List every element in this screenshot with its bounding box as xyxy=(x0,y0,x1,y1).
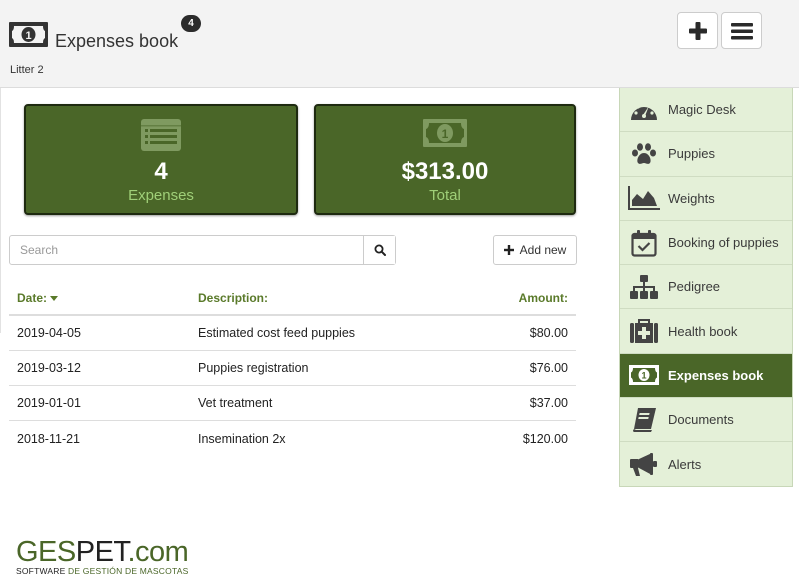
book-icon xyxy=(620,407,668,433)
cell-date: 2019-01-01 xyxy=(17,396,81,410)
sidebar-item-label: Magic Desk xyxy=(668,102,736,118)
sidebar-item-label: Documents xyxy=(668,412,734,428)
total-amount-label: Total xyxy=(429,187,461,204)
total-amount-card: 1 $313.00 Total xyxy=(314,104,576,215)
search-icon xyxy=(374,244,386,256)
sidebar-item-puppies[interactable]: Puppies xyxy=(620,132,792,177)
column-header-description[interactable]: Description: xyxy=(198,291,426,305)
search-button[interactable] xyxy=(363,236,395,264)
table-row[interactable]: 2019-01-01 Vet treatment $37.00 xyxy=(9,386,576,421)
sidebar-item-label: Booking of puppies xyxy=(668,235,779,251)
search-input[interactable] xyxy=(10,236,363,264)
logo-part-com: .com xyxy=(127,536,189,568)
sidebar-item-pedigree[interactable]: Pedigree xyxy=(620,265,792,310)
dashboard-gauge-icon xyxy=(620,98,668,122)
plus-icon xyxy=(503,245,514,255)
money-bill-icon: 1 xyxy=(620,365,668,386)
logo-tagline: SOFTWARE DE GESTIÓN DE MASCOTAS xyxy=(16,566,188,576)
expenses-table: Date: Description: Amount: 2019-04-05 Es… xyxy=(9,281,576,456)
page-header: 1 Expenses book 4 Litter 2 xyxy=(0,0,799,88)
svg-text:1: 1 xyxy=(25,30,31,42)
sitemap-icon xyxy=(620,274,668,299)
logo-wordmark: GESPET.com xyxy=(16,536,189,568)
svg-text:1: 1 xyxy=(641,371,646,381)
sidebar-item-documents[interactable]: Documents xyxy=(620,398,792,443)
page-title: Expenses book xyxy=(55,31,179,51)
logo-tagline-a: SOFTWARE xyxy=(16,566,69,576)
money-bill-icon: 1 xyxy=(423,119,467,147)
sidebar-item-label: Health book xyxy=(668,323,738,339)
sidebar-item-label: Weights xyxy=(668,190,715,206)
cell-date: 2018-11-21 xyxy=(17,431,81,446)
sidebar-item-magic-desk[interactable]: Magic Desk xyxy=(620,88,792,133)
cell-description: Puppies registration xyxy=(198,361,309,375)
cell-description: Vet treatment xyxy=(198,396,273,410)
sidebar-item-health-book[interactable]: Health book xyxy=(620,309,792,354)
sidebar-item-weights[interactable]: Weights xyxy=(620,177,792,221)
cell-amount: $80.00 xyxy=(529,326,568,340)
sidebar-item-booking-of-puppies[interactable]: Booking of puppies xyxy=(620,221,792,266)
cell-date: 2019-03-12 xyxy=(17,361,81,375)
cell-date: 2019-04-05 xyxy=(17,326,81,340)
add-button[interactable] xyxy=(677,12,718,49)
table-header: Date: Description: Amount: xyxy=(9,281,576,316)
sidebar-item-label: Puppies xyxy=(668,146,715,162)
sidebar-item-label: Expenses book xyxy=(668,367,764,383)
cell-description: Estimated cost feed puppies xyxy=(198,326,356,340)
column-header-date[interactable]: Date: xyxy=(9,291,198,305)
table-row[interactable]: 2018-11-21 Insemination 2x $120.00 xyxy=(9,421,576,456)
column-header-amount[interactable]: Amount: xyxy=(426,291,576,305)
area-chart-icon xyxy=(620,186,668,211)
calendar-check-icon xyxy=(620,229,668,257)
cell-description: Insemination 2x xyxy=(198,431,286,446)
count-badge: 4 xyxy=(181,15,201,32)
table-row[interactable]: 2019-04-05 Estimated cost feed puppies $… xyxy=(9,316,576,351)
content-border xyxy=(0,88,1,333)
paw-icon xyxy=(620,142,668,166)
sidebar-item-label: Pedigree xyxy=(668,279,721,295)
cell-amount: $120.00 xyxy=(522,431,568,446)
logo-part-ges: GES xyxy=(16,536,76,568)
sidebar-item-expenses-book[interactable]: 1 Expenses book xyxy=(620,353,792,399)
hamburger-menu-icon xyxy=(730,22,753,39)
menu-button[interactable] xyxy=(721,12,762,49)
add-new-button[interactable]: Add new xyxy=(493,235,577,265)
money-bill-icon: 1 xyxy=(9,22,48,47)
sidebar-nav: Magic Desk Puppies Weights Booking of pu… xyxy=(619,88,793,487)
sort-desc-icon xyxy=(50,295,59,301)
plus-icon xyxy=(688,21,707,40)
gespet-logo[interactable]: GESPET.com SOFTWARE DE GESTIÓN DE MASCOT… xyxy=(16,536,189,576)
page-subtitle: Litter 2 xyxy=(10,64,44,76)
sidebar-item-alerts[interactable]: Alerts xyxy=(620,442,792,486)
logo-tagline-b: DE GESTIÓN DE MASCOTAS xyxy=(68,566,189,576)
list-icon xyxy=(141,119,181,151)
table-row[interactable]: 2019-03-12 Puppies registration $76.00 xyxy=(9,351,576,386)
expenses-count-label: Expenses xyxy=(128,187,194,204)
expenses-count-value: 4 xyxy=(154,158,168,185)
svg-text:1: 1 xyxy=(442,127,449,141)
logo-part-pet: PET xyxy=(75,536,128,568)
search-bar xyxy=(9,235,396,265)
column-header-date-label: Date: xyxy=(17,290,48,305)
cell-amount: $37.00 xyxy=(529,396,568,410)
sidebar-item-label: Alerts xyxy=(668,457,702,473)
medkit-icon xyxy=(620,319,668,344)
total-amount-value: $313.00 xyxy=(401,158,489,185)
cell-amount: $76.00 xyxy=(529,361,568,375)
bullhorn-icon xyxy=(620,452,668,477)
expenses-count-card: 4 Expenses xyxy=(24,104,298,215)
add-new-label: Add new xyxy=(519,243,567,257)
